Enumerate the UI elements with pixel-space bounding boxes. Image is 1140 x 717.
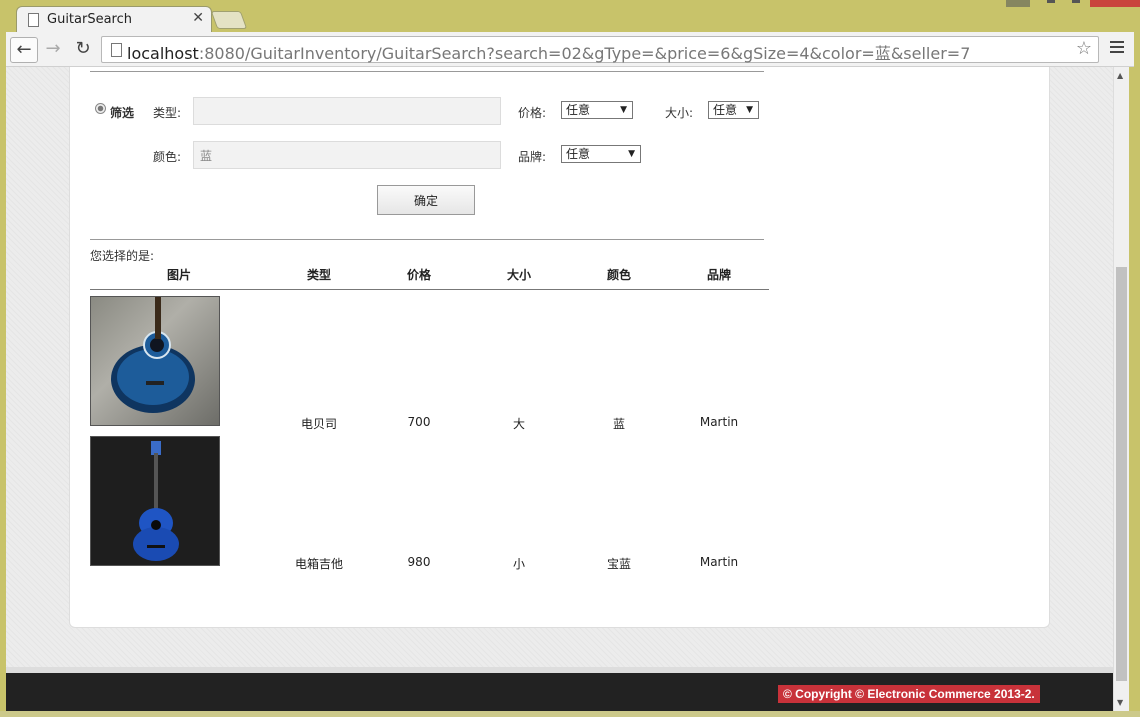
filter-radio-label: 筛选 xyxy=(110,106,135,120)
row1-color: 蓝 xyxy=(612,417,625,431)
url-text[interactable]: localhost:8080/GuitarInventory/GuitarSea… xyxy=(127,40,970,64)
price-select-value: 任意 xyxy=(566,103,591,117)
new-tab-button[interactable] xyxy=(210,11,248,29)
filter-radio[interactable] xyxy=(95,103,106,114)
window-close-button[interactable] xyxy=(1090,0,1140,7)
scroll-up-icon[interactable]: ▲ xyxy=(1117,71,1123,80)
submit-button[interactable]: 确定 xyxy=(377,185,475,215)
page-viewport: 筛选 类型: 价格: 任意 ▼ 大小: 任意 ▼ 颜色: 蓝 品牌: 任意 ▼ 确定 … xyxy=(6,67,1113,711)
reload-icon[interactable]: ↻ xyxy=(70,37,96,61)
tab-close-icon[interactable]: ✕ xyxy=(192,10,204,26)
guitar-image-2 xyxy=(90,436,220,566)
os-taskbar xyxy=(0,711,1140,717)
scroll-down-icon[interactable]: ▼ xyxy=(1117,698,1123,707)
browser-tab[interactable]: GuitarSearch ✕ xyxy=(16,6,212,33)
restore-button[interactable] xyxy=(1047,0,1055,3)
url-path: :8080/GuitarInventory/GuitarSearch?searc… xyxy=(198,44,971,63)
row2-color: 宝蓝 xyxy=(606,557,631,571)
tab-title: GuitarSearch xyxy=(47,12,132,27)
browser-toolbar: ← → ↻ localhost:8080/GuitarInventory/Gui… xyxy=(6,32,1134,67)
back-icon[interactable]: ← xyxy=(10,37,38,63)
chevron-down-icon: ▼ xyxy=(628,149,635,159)
color-label: 颜色: xyxy=(153,150,182,164)
vertical-scrollbar[interactable]: ▲ ▼ xyxy=(1113,67,1129,711)
row2-size: 小 xyxy=(512,557,525,571)
size-select-value: 任意 xyxy=(713,103,738,117)
address-bar[interactable]: localhost:8080/GuitarInventory/GuitarSea… xyxy=(101,36,1099,63)
price-select[interactable]: 任意 ▼ xyxy=(561,101,633,119)
brand-select[interactable]: 任意 ▼ xyxy=(561,145,641,163)
middle-divider xyxy=(90,239,764,240)
type-input[interactable] xyxy=(193,97,501,125)
page-info-icon[interactable] xyxy=(111,43,122,57)
results-caption: 您选择的是: xyxy=(90,249,155,263)
copyright-text: © Copyright © Electronic Commerce 2013-2… xyxy=(778,685,1040,703)
bookmark-star-icon[interactable]: ☆ xyxy=(1076,38,1092,59)
chevron-down-icon: ▼ xyxy=(746,105,753,115)
row1-type: 电贝司 xyxy=(300,417,337,431)
maximize-button[interactable] xyxy=(1072,0,1080,3)
guitar-image-1 xyxy=(90,296,220,426)
brand-label: 品牌: xyxy=(518,150,547,164)
row1-brand: Martin xyxy=(699,415,739,429)
row2-brand: Martin xyxy=(699,555,739,569)
scrollbar-thumb[interactable] xyxy=(1116,267,1127,681)
header-price: 价格 xyxy=(406,268,431,282)
header-color: 颜色 xyxy=(606,268,631,282)
row1-size: 大 xyxy=(512,417,525,431)
page-footer: © Copyright © Electronic Commerce 2013-2… xyxy=(6,673,1113,711)
forward-icon[interactable]: → xyxy=(40,37,66,61)
header-image: 图片 xyxy=(166,268,191,282)
size-select[interactable]: 任意 ▼ xyxy=(708,101,759,119)
header-type: 类型 xyxy=(306,268,331,282)
content-card: 筛选 类型: 价格: 任意 ▼ 大小: 任意 ▼ 颜色: 蓝 品牌: 任意 ▼ 确定 … xyxy=(69,67,1050,628)
header-size: 大小 xyxy=(506,268,531,282)
guitar-illustration-2 xyxy=(133,441,179,561)
header-brand: 品牌 xyxy=(706,268,731,282)
row2-type: 电箱吉他 xyxy=(294,557,343,571)
minimize-button[interactable] xyxy=(1006,0,1030,7)
row1-price: 700 xyxy=(407,415,431,429)
tab-strip: GuitarSearch ✕ xyxy=(0,0,1140,33)
chevron-down-icon: ▼ xyxy=(620,105,627,115)
color-input[interactable]: 蓝 xyxy=(193,141,501,169)
page-icon xyxy=(28,13,39,27)
price-label: 价格: xyxy=(518,106,547,120)
row2-price: 980 xyxy=(407,555,431,569)
guitar-illustration-1 xyxy=(111,297,195,413)
brand-select-value: 任意 xyxy=(566,147,591,161)
type-label: 类型: xyxy=(153,106,182,120)
header-divider xyxy=(90,289,769,290)
url-host: localhost xyxy=(127,44,199,63)
menu-icon[interactable] xyxy=(1110,38,1124,56)
size-label: 大小: xyxy=(665,106,694,120)
top-divider xyxy=(90,71,764,72)
